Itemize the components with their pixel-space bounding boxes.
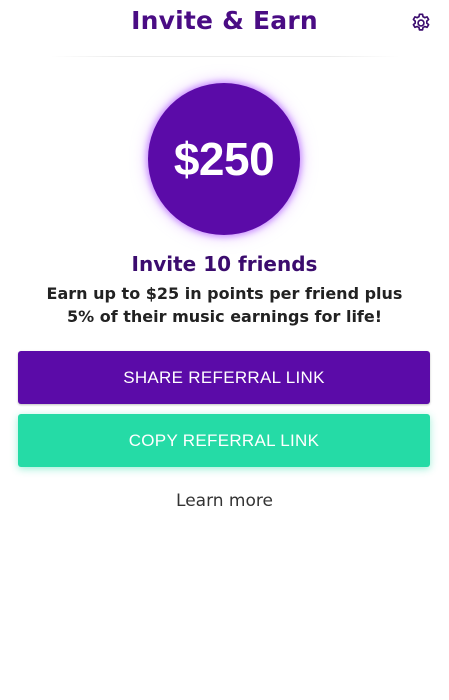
copy-referral-link-button[interactable]: COPY REFERRAL LINK [18, 414, 430, 467]
header-divider [50, 56, 399, 57]
offer-description: Earn up to $25 in points per friend plus… [0, 282, 449, 328]
gear-icon [412, 13, 430, 31]
reward-amount: $250 [173, 133, 275, 185]
learn-more-link[interactable]: Learn more [0, 491, 449, 511]
invite-earn-screen: Invite & Earn $250 Invite 10 friends Ear… [0, 0, 449, 700]
settings-button[interactable] [410, 12, 432, 34]
reward-badge: $250 [148, 83, 300, 235]
page-title: Invite & Earn [131, 6, 318, 35]
share-referral-link-button[interactable]: SHARE REFERRAL LINK [18, 351, 430, 404]
offer-description-line-2: 5% of their music earnings for life! [66, 307, 383, 326]
offer-headline: Invite 10 friends [131, 252, 318, 276]
offer-description-line-1: Earn up to $25 in points per friend plus [46, 284, 403, 303]
